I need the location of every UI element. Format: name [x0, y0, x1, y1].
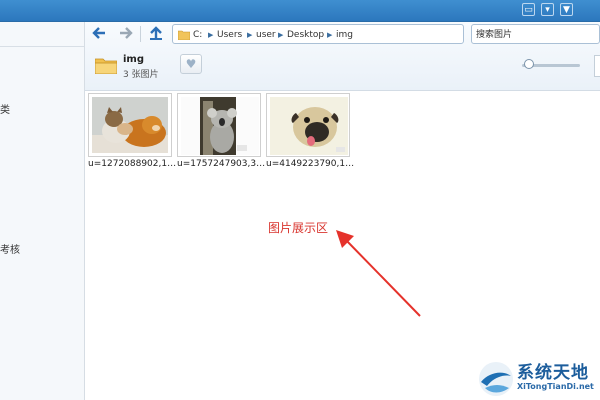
thumbnail-label[interactable]: u=1272088902,1… [88, 159, 178, 169]
watermark-subtitle: XiTongTianDi.net [517, 382, 594, 391]
crumb-user[interactable]: user [256, 25, 276, 45]
folder-icon [95, 58, 117, 74]
site-logo-icon [479, 362, 513, 396]
thumbnail-1[interactable] [88, 93, 172, 157]
up-arrow-icon[interactable] [148, 25, 164, 45]
favorite-button[interactable]: ♥ [180, 54, 202, 74]
thumbnail-label[interactable]: u=4149223790,1… [266, 159, 356, 169]
view-mode-button[interactable] [594, 55, 600, 77]
watermark: 系统天地 XiTongTianDi.net [477, 358, 597, 398]
crumb-drive[interactable]: C: [193, 25, 202, 45]
crumb-separator-icon[interactable]: ▶ [208, 25, 213, 45]
folder-image-count: 3 张图片 [123, 70, 159, 80]
crumb-users[interactable]: Users [217, 25, 242, 45]
pug-image [270, 97, 348, 155]
thumbnail-2[interactable] [177, 93, 261, 157]
annotation-arrow [336, 230, 421, 317]
annotation-label: 图片展示区 [268, 221, 329, 235]
thumbnail-label[interactable]: u=1757247903,3… [177, 159, 267, 169]
message-icon[interactable]: ▭ [522, 3, 535, 16]
folder-name: img [123, 54, 145, 65]
zoom-slider-thumb[interactable] [524, 59, 534, 69]
menu-icon[interactable]: ▾ [541, 3, 554, 16]
crumb-separator-icon[interactable]: ▶ [327, 25, 332, 45]
folder-small-icon [178, 30, 190, 40]
sidebar-divider [0, 46, 84, 47]
crumb-desktop[interactable]: Desktop [287, 25, 324, 45]
crumb-img[interactable]: img [336, 25, 353, 45]
crumb-separator-icon[interactable]: ▶ [278, 25, 283, 45]
sidebar-item-partial-2[interactable]: 考核 [0, 241, 20, 256]
kitten-puppy-image [92, 97, 168, 153]
koala-image [181, 97, 259, 155]
thumbnail-3[interactable] [266, 93, 350, 157]
forward-arrow-icon[interactable] [118, 25, 134, 45]
watermark-title: 系统天地 [517, 363, 589, 383]
toolbar-divider [140, 26, 141, 42]
skin-icon[interactable]: ▼ [560, 3, 573, 16]
title-bar: ▭ ▾ ▼ [0, 0, 600, 22]
back-arrow-icon[interactable] [91, 25, 107, 45]
heart-icon: ♥ [185, 57, 197, 71]
toolbar: C: ▶ Users ▶ user ▶ Desktop ▶ img 搜索图片 i… [85, 22, 600, 91]
crumb-separator-icon[interactable]: ▶ [247, 25, 252, 45]
search-input[interactable]: 搜索图片 [471, 24, 600, 44]
sidebar-item-partial-1[interactable]: 类 [0, 101, 10, 116]
address-bar[interactable]: C: ▶ Users ▶ user ▶ Desktop ▶ img [172, 24, 464, 44]
sidebar: 类 考核 [0, 22, 85, 400]
